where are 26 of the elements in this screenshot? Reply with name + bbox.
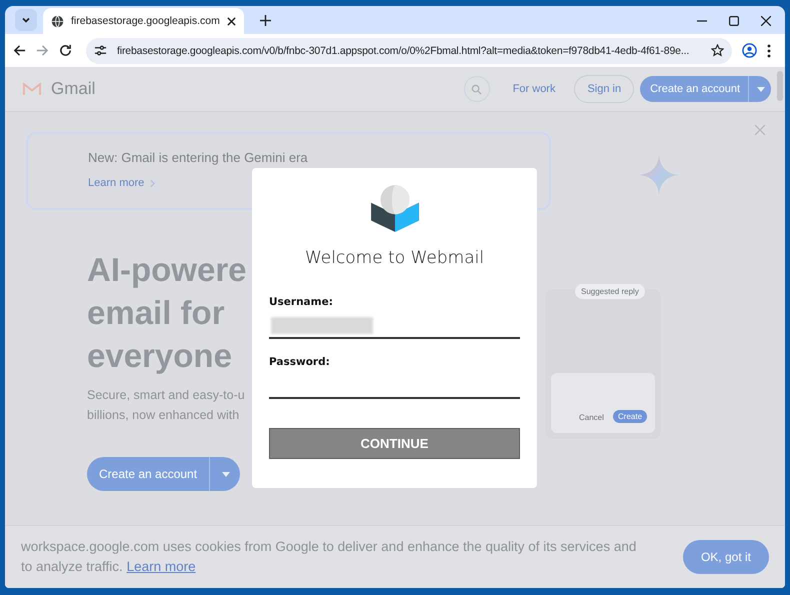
hero-headline-line: AI-powere: [87, 250, 248, 290]
address-bar[interactable]: firebasestorage.googleapis.com/v0/b/fnbc-307d1.appspot.com/o/0%2Fbmal.html?alt=media&token=f978db41-4edb-4f61-89e...: [86, 38, 732, 64]
browser-tab[interactable]: firebasestorage.googleapis.com: [43, 8, 244, 34]
gmail-logo-text: Gmail: [51, 79, 96, 99]
create-account-button[interactable]: Create an account: [640, 76, 771, 102]
ok-got-it-button[interactable]: OK, got it: [682, 540, 769, 574]
create-account-button[interactable]: Create an account: [87, 457, 240, 491]
learn-more-link[interactable]: Learn more: [88, 177, 156, 189]
continue-button[interactable]: CONTINUE: [269, 428, 520, 459]
url-text: firebasestorage.googleapis.com/v0/b/fnbc-307d1.appspot.com/o/0%2Fbmal.html?alt=media&token=f978db41-4edb-4f61-89e...: [117, 44, 690, 56]
suggested-reply-chip: Suggested reply: [575, 284, 645, 299]
sign-in-link[interactable]: Sign in: [574, 75, 634, 103]
for-work-link[interactable]: For work: [500, 75, 568, 103]
field-label: Password:: [269, 356, 331, 368]
tab-title: firebasestorage.googleapis.com: [71, 15, 220, 27]
modal-title: Welcome to Webmail: [304, 248, 484, 268]
field-label: Username:: [269, 296, 334, 308]
hero-subtitle-line: billions, now enhanced with: [87, 407, 240, 424]
hero-headline-line: everyone: [87, 336, 233, 376]
create-reply-button[interactable]: Create: [613, 410, 648, 423]
cancel-button[interactable]: Cancel: [579, 413, 604, 422]
cookie-notice: workspace.google.com uses cookies from Google to deliver and enhance the quality of its services and to analyze traffic. Learn more: [21, 538, 638, 576]
hero-headline-line: email for: [87, 293, 226, 333]
hero-subtitle-line: Secure, smart and easy-to-u: [87, 387, 246, 404]
banner-title: New: Gmail is entering the Gemini era: [88, 150, 309, 165]
learn-more-link[interactable]: Learn more: [126, 559, 196, 574]
